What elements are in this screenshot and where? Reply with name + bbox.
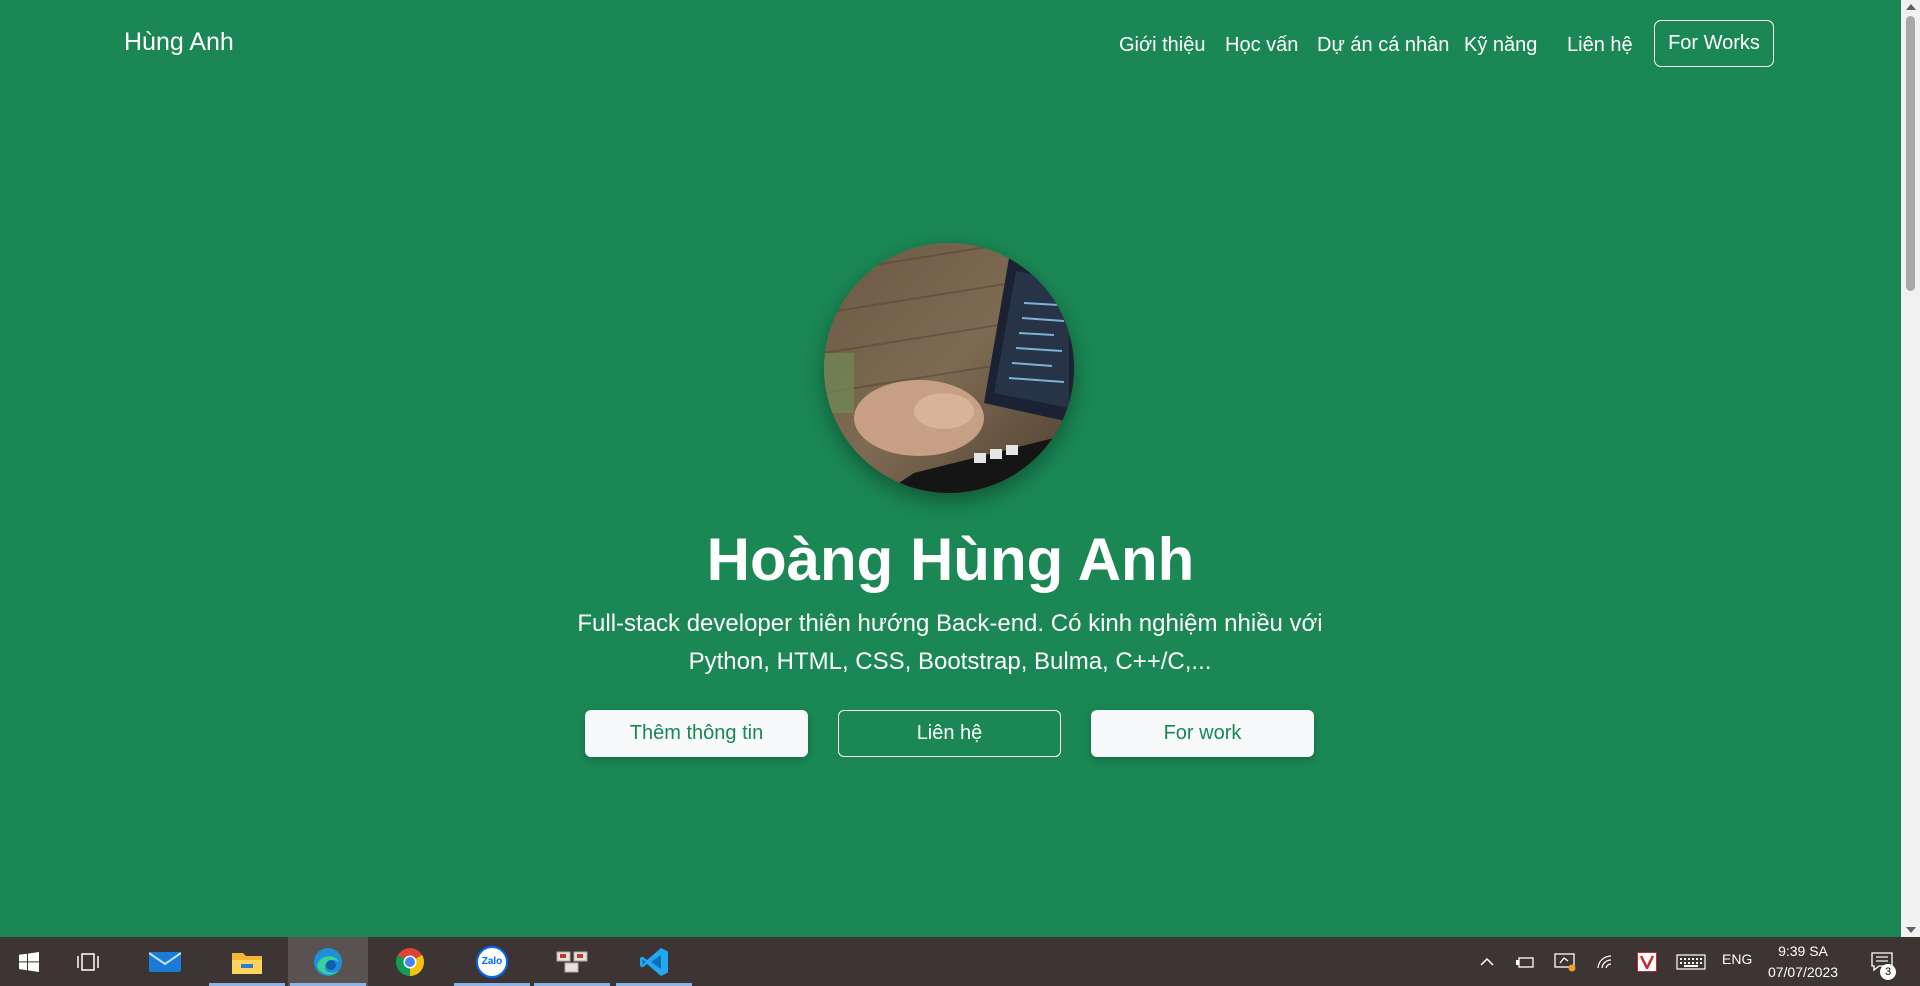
more-info-button[interactable]: Thêm thông tin xyxy=(585,710,808,757)
hero-name: Hoàng Hùng Anh xyxy=(706,526,1195,593)
taskbar-zalo[interactable]: Zalo xyxy=(452,937,532,986)
vscode-icon xyxy=(640,947,668,976)
monitor-icon xyxy=(1554,952,1576,971)
tray-keyboard[interactable] xyxy=(1673,937,1709,986)
taskbar-unikey[interactable] xyxy=(532,937,612,986)
zalo-icon: Zalo xyxy=(476,945,508,978)
keyboard-icon xyxy=(1676,953,1706,970)
for-work-button[interactable]: For work xyxy=(1091,710,1314,757)
clock-time: 9:39 SA xyxy=(1778,943,1828,959)
navbar-links: Giới thiệu Học vấn Dự án cá nhân Kỹ năng… xyxy=(0,34,1901,64)
chrome-icon xyxy=(396,947,424,976)
taskbar-vscode[interactable] xyxy=(614,937,694,986)
tray-network-monitor[interactable] xyxy=(1551,937,1579,986)
nav-link-lien-he[interactable]: Liên hệ xyxy=(1567,34,1633,57)
avatar-photo xyxy=(824,243,1074,493)
start-icon xyxy=(19,951,39,972)
tray-unikey[interactable] xyxy=(1634,937,1660,986)
edge-icon xyxy=(314,947,342,976)
nav-link-gioi-thieu[interactable]: Giới thiệu xyxy=(1119,34,1205,57)
nav-link-hoc-van[interactable]: Học vấn xyxy=(1225,34,1298,57)
notification-count-badge: 3 xyxy=(1880,964,1896,980)
taskbar-mail[interactable] xyxy=(125,937,205,986)
file-explorer-icon xyxy=(232,952,262,974)
tray-wifi[interactable] xyxy=(1592,937,1620,986)
chevron-up-icon xyxy=(1480,957,1494,966)
taskbar-chrome[interactable] xyxy=(370,937,450,986)
taskbar-file-explorer[interactable] xyxy=(207,937,287,986)
for-works-button[interactable]: For Works xyxy=(1654,20,1774,67)
tray-device[interactable] xyxy=(1511,937,1539,986)
usb-device-icon xyxy=(1516,956,1534,968)
zalo-icon-label: Zalo xyxy=(481,956,503,967)
start-button[interactable] xyxy=(0,937,58,986)
system-clock[interactable]: 9:39 SA 07/07/2023 xyxy=(1762,941,1844,983)
action-center-button[interactable] xyxy=(1864,937,1900,986)
taskbar-edge[interactable] xyxy=(288,937,368,986)
task-view-button[interactable] xyxy=(58,937,120,986)
wifi-icon xyxy=(1597,954,1612,968)
avatar xyxy=(824,243,1074,493)
clock-date: 07/07/2023 xyxy=(1767,964,1839,980)
show-hidden-icons-button[interactable] xyxy=(1476,937,1498,986)
page-scrollbar[interactable] xyxy=(1901,0,1920,937)
input-language[interactable]: ENG xyxy=(1722,951,1752,967)
hero-subtitle: Full-stack developer thiên hướng Back-en… xyxy=(570,605,1330,681)
v-glyph-icon xyxy=(1640,954,1654,969)
hero-subtitle-line1: Full-stack developer thiên hướng Back-en… xyxy=(577,610,1323,637)
contact-button[interactable]: Liên hệ xyxy=(838,710,1061,757)
task-view-icon xyxy=(77,952,99,971)
scroll-up-arrow-icon[interactable] xyxy=(1906,4,1916,10)
windows-taskbar: Zalo ENG 9:39 SA 07/07/2023 3 xyxy=(0,937,1920,986)
scroll-down-arrow-icon[interactable] xyxy=(1906,927,1916,933)
mail-icon xyxy=(149,951,181,972)
scroll-thumb[interactable] xyxy=(1906,16,1915,291)
unikey-icon xyxy=(556,951,588,972)
page-viewport: Hùng Anh Giới thiệu Học vấn Dự án cá nhâ… xyxy=(0,0,1901,937)
nav-link-du-an[interactable]: Dự án cá nhân xyxy=(1317,34,1449,57)
hero-subtitle-line2: Python, HTML, CSS, Bootstrap, Bulma, C++… xyxy=(688,648,1212,675)
unikey-v-icon xyxy=(1637,951,1657,972)
nav-link-ky-nang[interactable]: Kỹ năng xyxy=(1464,34,1537,57)
